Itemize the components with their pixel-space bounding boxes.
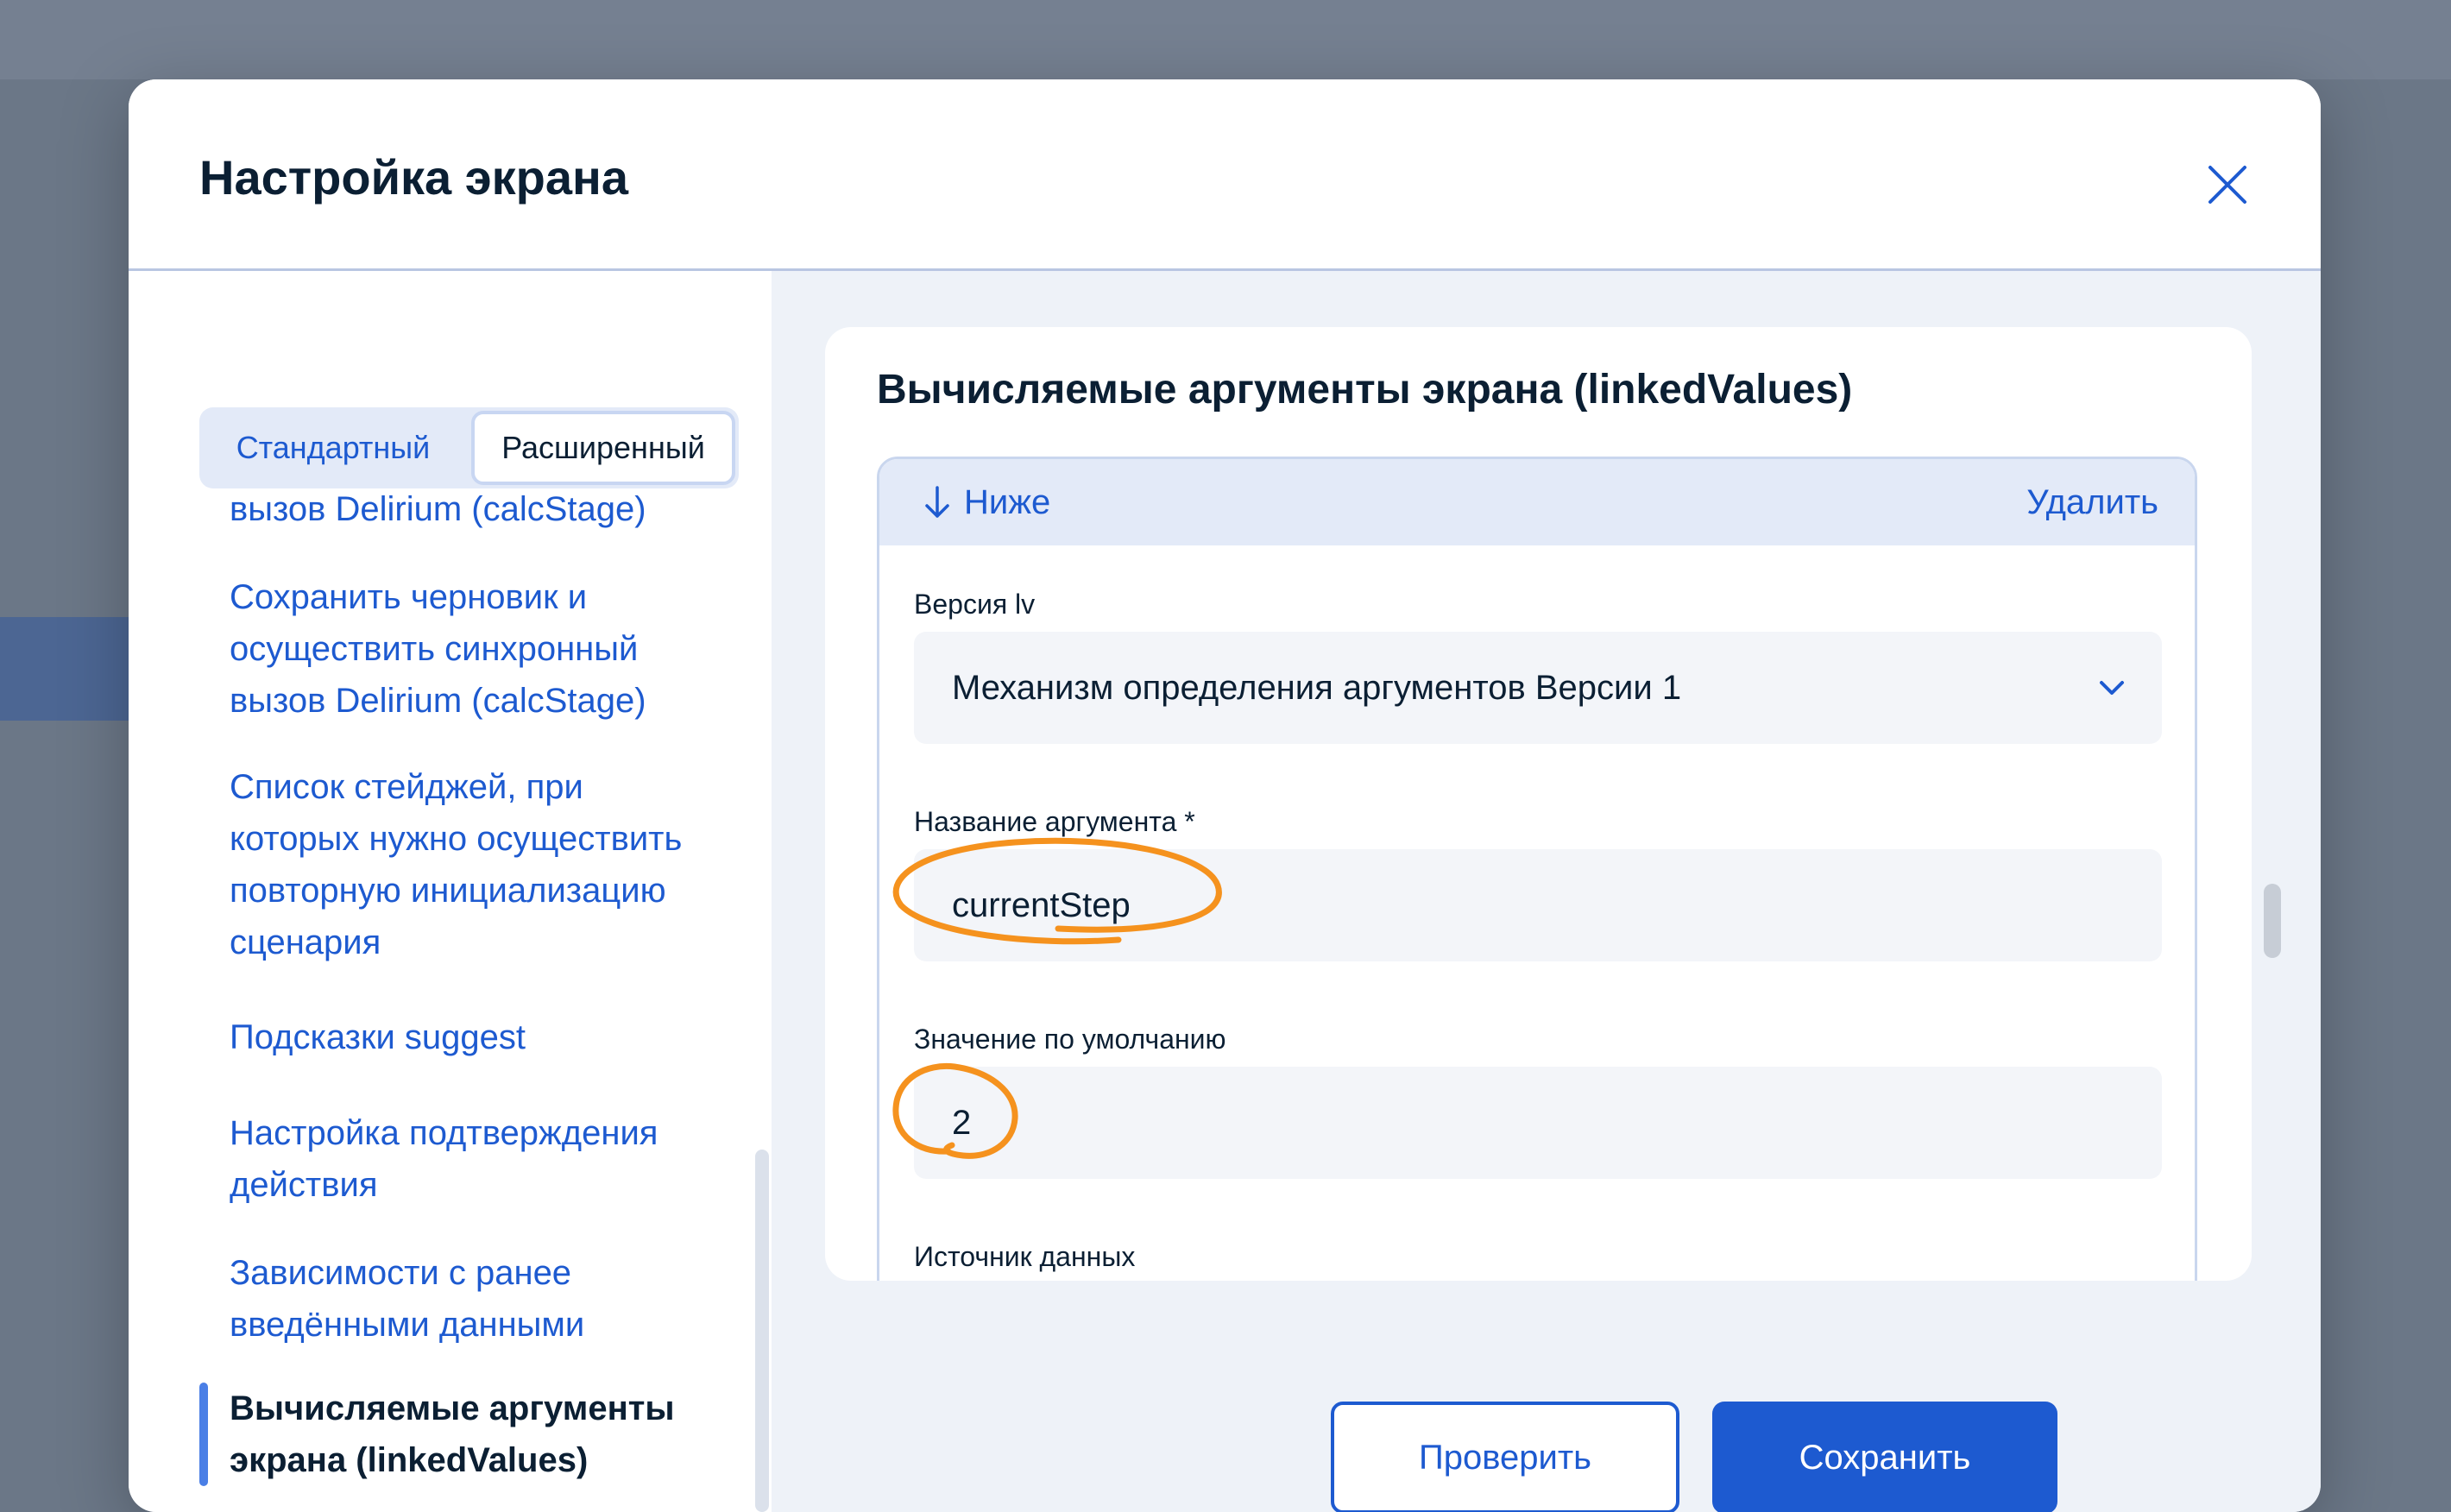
mode-extended-tab[interactable]: Расширенный xyxy=(471,411,735,485)
arrow-down-icon xyxy=(925,486,949,518)
delete-button[interactable]: Удалить xyxy=(2026,459,2158,545)
argument-block-header: Ниже Удалить xyxy=(879,459,2195,545)
settings-content: Вычисляемые аргументы экрана (linkedValu… xyxy=(772,271,2321,1512)
move-down-label: Ниже xyxy=(964,482,1051,521)
settings-sidebar: Стандартный Расширенный вызов Delirium (… xyxy=(129,271,772,1512)
sidebar-item-linked-values[interactable]: Вычисляемые аргументы экрана (linkedValu… xyxy=(230,1383,713,1486)
default-value-value: 2 xyxy=(952,1103,972,1142)
close-button[interactable] xyxy=(2200,157,2255,212)
argument-name-input[interactable]: currentStep xyxy=(914,849,2162,961)
dialog-title: Настройка экрана xyxy=(199,150,628,205)
argument-block: Ниже Удалить Версия lv Механизм определе… xyxy=(877,457,2197,1281)
default-value-input[interactable]: 2 xyxy=(914,1067,2162,1179)
screen-settings-dialog: Настройка экрана Стандартный Расширенный… xyxy=(129,79,2321,1512)
content-scrollbar[interactable] xyxy=(2264,884,2281,958)
argument-name-value: currentStep xyxy=(952,885,1131,924)
section-title: Вычисляемые аргументы экрана (linkedValu… xyxy=(877,367,1853,413)
sidebar-scrollbar[interactable] xyxy=(755,1150,769,1512)
sidebar-item-calcstage-call[interactable]: вызов Delirium (calcStage) xyxy=(230,483,713,535)
argument-name-label: Название аргумента * xyxy=(914,806,1195,837)
version-select[interactable]: Механизм определения аргументов Версии 1 xyxy=(914,632,2162,744)
sidebar-item-suggest[interactable]: Подсказки suggest xyxy=(230,1011,713,1063)
sidebar-item-save-draft-sync[interactable]: Сохранить черновик и осуществить синхрон… xyxy=(230,571,713,727)
default-value-label: Значение по умолчанию xyxy=(914,1024,1226,1055)
sidebar-item-confirmation[interactable]: Настройка подтверждения действия xyxy=(230,1107,713,1211)
sidebar-item-dependencies[interactable]: Зависимости с ранее введёнными данными xyxy=(230,1247,713,1351)
active-item-indicator xyxy=(199,1383,208,1486)
chevron-down-icon xyxy=(2100,681,2124,695)
check-button[interactable]: Проверить xyxy=(1331,1402,1679,1512)
backdrop-band xyxy=(0,0,2451,79)
sidebar-item-reinit-stages[interactable]: Список стейджей, при которых нужно осуще… xyxy=(230,761,713,968)
version-select-value: Механизм определения аргументов Версии 1 xyxy=(952,668,1682,707)
mode-toggle: Стандартный Расширенный xyxy=(199,407,739,488)
dialog-header: Настройка экрана xyxy=(129,79,2321,271)
version-label: Версия lv xyxy=(914,589,1036,620)
close-icon xyxy=(2208,166,2246,204)
save-button[interactable]: Сохранить xyxy=(1712,1402,2057,1512)
linked-values-card: Вычисляемые аргументы экрана (linkedValu… xyxy=(825,327,2252,1281)
move-down-button[interactable]: Ниже xyxy=(923,459,1050,545)
mode-standard-tab[interactable]: Стандартный xyxy=(199,407,467,488)
backdrop-highlight xyxy=(0,617,129,721)
data-source-label: Источник данных xyxy=(914,1241,1136,1272)
